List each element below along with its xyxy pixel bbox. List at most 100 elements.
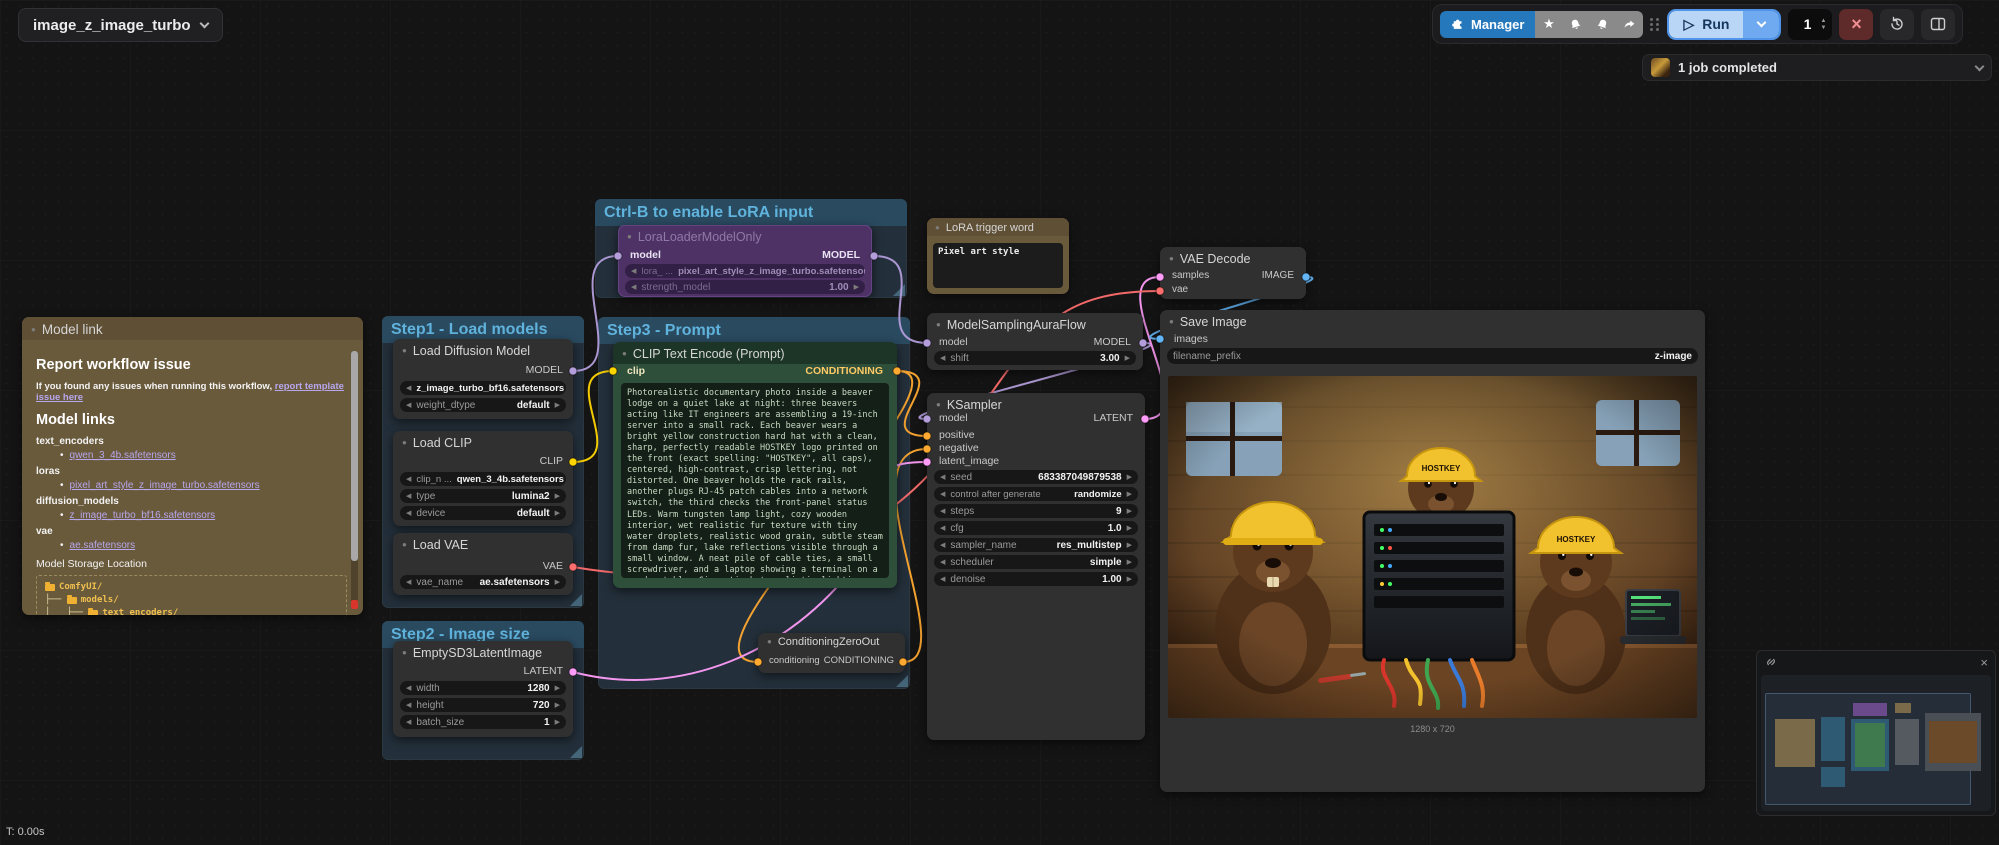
node-vae-decode[interactable]: ● VAE Decode samples IMAGE vae: [1160, 247, 1306, 299]
widget-seed[interactable]: ◀ seed 683387049879538 ▶: [934, 470, 1138, 484]
node-model-link-header[interactable]: ● Model link: [22, 317, 363, 340]
model-link-lora[interactable]: pixel_art_style_z_image_turbo.safetensor…: [70, 480, 260, 491]
job-status-bar[interactable]: 1 job completed: [1642, 54, 1992, 81]
widget-cfg[interactable]: ◀ cfg 1.0 ▶: [934, 521, 1138, 535]
sidebar-toggle-button[interactable]: [1921, 9, 1955, 40]
workflow-tab[interactable]: image_z_image_turbo: [18, 8, 223, 42]
model-link-vae[interactable]: ae.safetensors: [70, 540, 136, 551]
share-icon[interactable]: [1616, 11, 1643, 38]
model-link-diffusion[interactable]: z_image_turbo_bf16.safetensors: [70, 510, 216, 521]
prompt-textarea[interactable]: Photorealistic documentary photo inside …: [621, 383, 889, 578]
decrement-icon[interactable]: ◀: [940, 542, 945, 549]
widget-filename-prefix[interactable]: filename_prefix z-image: [1167, 348, 1698, 364]
increment-icon[interactable]: ▶: [854, 284, 859, 291]
link-icon[interactable]: [1764, 655, 1778, 669]
node-load-diffusion-model[interactable]: ● Load Diffusion Model MODEL ◀ z_image_t…: [393, 339, 573, 419]
collapse-dot-icon[interactable]: ●: [31, 326, 36, 334]
collapse-dot-icon[interactable]: ●: [402, 347, 407, 355]
clear-queue-button[interactable]: ×: [1839, 9, 1873, 40]
collapse-dot-icon[interactable]: ●: [1169, 255, 1174, 263]
scrollbar-thumb[interactable]: [351, 351, 358, 561]
model-link-text-encoder[interactable]: qwen_3_4b.safetensors: [70, 450, 176, 461]
node-model-link[interactable]: ● Model link Report workflow issue If yo…: [22, 317, 363, 615]
widget-scheduler[interactable]: ◀ scheduler simple ▶: [934, 555, 1138, 569]
decrement-icon[interactable]: ◀: [940, 508, 945, 515]
decrement-icon[interactable]: ▼: [1821, 25, 1827, 31]
collapse-dot-icon[interactable]: ●: [936, 321, 941, 329]
decrement-icon[interactable]: ◀: [940, 491, 945, 498]
collapse-dot-icon[interactable]: ●: [767, 638, 772, 646]
decrement-icon[interactable]: ◀: [406, 579, 411, 586]
collapse-dot-icon[interactable]: ●: [935, 224, 940, 232]
widget-clip-name[interactable]: ◀ clip_n ... qwen_3_4b.safetensors ▶: [400, 472, 566, 486]
minimap-panel[interactable]: ×: [1756, 650, 1996, 816]
widget-shift[interactable]: ◀ shift 3.00 ▶: [934, 351, 1136, 365]
collapse-dot-icon[interactable]: ●: [627, 233, 632, 241]
minimap-canvas[interactable]: [1761, 675, 1991, 811]
widget-vae-name[interactable]: ◀ vae_name ae.safetensors ▶: [400, 575, 566, 589]
node-empty-latent[interactable]: ● EmptySD3LatentImage LATENT ◀ width 128…: [393, 641, 573, 737]
increment-icon[interactable]: ▶: [1127, 559, 1132, 566]
group-step3-title[interactable]: Step3 - Prompt: [598, 317, 910, 344]
widget-width[interactable]: ◀ width 1280 ▶: [400, 681, 566, 695]
collapse-dot-icon[interactable]: ●: [402, 649, 407, 657]
widget-steps[interactable]: ◀ steps 9 ▶: [934, 504, 1138, 518]
history-button[interactable]: [1880, 9, 1914, 40]
decrement-icon[interactable]: ◀: [406, 493, 411, 500]
increment-icon[interactable]: ▶: [555, 493, 560, 500]
star-icon[interactable]: ★: [1535, 11, 1562, 38]
generated-image-preview[interactable]: HOSTKEY: [1168, 376, 1697, 718]
decrement-icon[interactable]: ◀: [940, 355, 945, 362]
increment-icon[interactable]: ▲: [1821, 18, 1827, 24]
decrement-icon[interactable]: ◀: [631, 268, 636, 275]
decrement-icon[interactable]: ◀: [406, 510, 411, 517]
toolbar-drag-handle[interactable]: [1650, 15, 1660, 33]
increment-icon[interactable]: ▶: [1125, 355, 1130, 362]
increment-icon[interactable]: ▶: [1127, 508, 1132, 515]
decrement-icon[interactable]: ◀: [406, 476, 411, 483]
widget-unet-name[interactable]: ◀ z_image_turbo_bf16.safetensors ▶: [400, 381, 566, 395]
collapse-dot-icon[interactable]: ●: [622, 350, 627, 358]
run-button[interactable]: ▷ Run: [1669, 11, 1743, 38]
job-result-thumbnail[interactable]: [1651, 58, 1670, 77]
decrement-icon[interactable]: ◀: [406, 702, 411, 709]
node-lora-loader[interactable]: ● LoraLoaderModelOnly model MODEL ◀ lora…: [618, 225, 872, 297]
collapse-dot-icon[interactable]: ●: [1169, 318, 1174, 326]
run-options-button[interactable]: [1743, 11, 1779, 38]
notification-bell-icon[interactable]: [1562, 11, 1589, 38]
decrement-icon[interactable]: ◀: [406, 685, 411, 692]
widget-type[interactable]: ◀ type lumina2 ▶: [400, 489, 566, 503]
node-conditioning-zero-out[interactable]: ● ConditioningZeroOut conditioning CONDI…: [758, 633, 905, 673]
widget-control-after-generate[interactable]: ◀ control after generate randomize ▶: [934, 487, 1138, 501]
batch-count-stepper[interactable]: 1 ▲ ▼: [1788, 9, 1832, 40]
widget-strength-model[interactable]: ◀ strength_model 1.00 ▶: [625, 280, 865, 294]
collapse-dot-icon[interactable]: ●: [402, 541, 407, 549]
scrollbar[interactable]: [351, 351, 358, 609]
widget-weight-dtype[interactable]: ◀ weight_dtype default ▶: [400, 398, 566, 412]
increment-icon[interactable]: ▶: [1127, 576, 1132, 583]
increment-icon[interactable]: ▶: [555, 685, 560, 692]
decrement-icon[interactable]: ◀: [940, 474, 945, 481]
manager-button[interactable]: Manager: [1440, 11, 1535, 38]
decrement-icon[interactable]: ◀: [406, 385, 411, 392]
widget-denoise[interactable]: ◀ denoise 1.00 ▶: [934, 572, 1138, 586]
increment-icon[interactable]: ▶: [1127, 525, 1132, 532]
decrement-icon[interactable]: ◀: [940, 559, 945, 566]
node-save-image[interactable]: ● Save Image images filename_prefix z-im…: [1160, 310, 1705, 792]
node-ksampler[interactable]: ● KSampler model LATENT positive negativ…: [927, 393, 1145, 740]
note-textarea[interactable]: Pixel art style: [933, 243, 1063, 288]
node-load-clip[interactable]: ● Load CLIP CLIP ◀ clip_n ... qwen_3_4b.…: [393, 431, 573, 526]
increment-icon[interactable]: ▶: [555, 510, 560, 517]
increment-icon[interactable]: ▶: [555, 719, 560, 726]
decrement-icon[interactable]: ◀: [406, 402, 411, 409]
widget-device[interactable]: ◀ device default ▶: [400, 506, 566, 520]
increment-icon[interactable]: ▶: [1127, 474, 1132, 481]
group-lora-title[interactable]: Ctrl-B to enable LoRA input: [595, 199, 907, 226]
decrement-icon[interactable]: ◀: [406, 719, 411, 726]
node-clip-text-encode[interactable]: ● CLIP Text Encode (Prompt) clip CONDITI…: [613, 342, 897, 588]
increment-icon[interactable]: ▶: [1127, 542, 1132, 549]
node-load-vae[interactable]: ● Load VAE VAE ◀ vae_name ae.safetensors…: [393, 533, 573, 595]
widget-lora-name[interactable]: ◀ lora_ ... pixel_art_style_z_image_turb…: [625, 264, 865, 278]
decrement-icon[interactable]: ◀: [940, 576, 945, 583]
increment-icon[interactable]: ▶: [555, 702, 560, 709]
